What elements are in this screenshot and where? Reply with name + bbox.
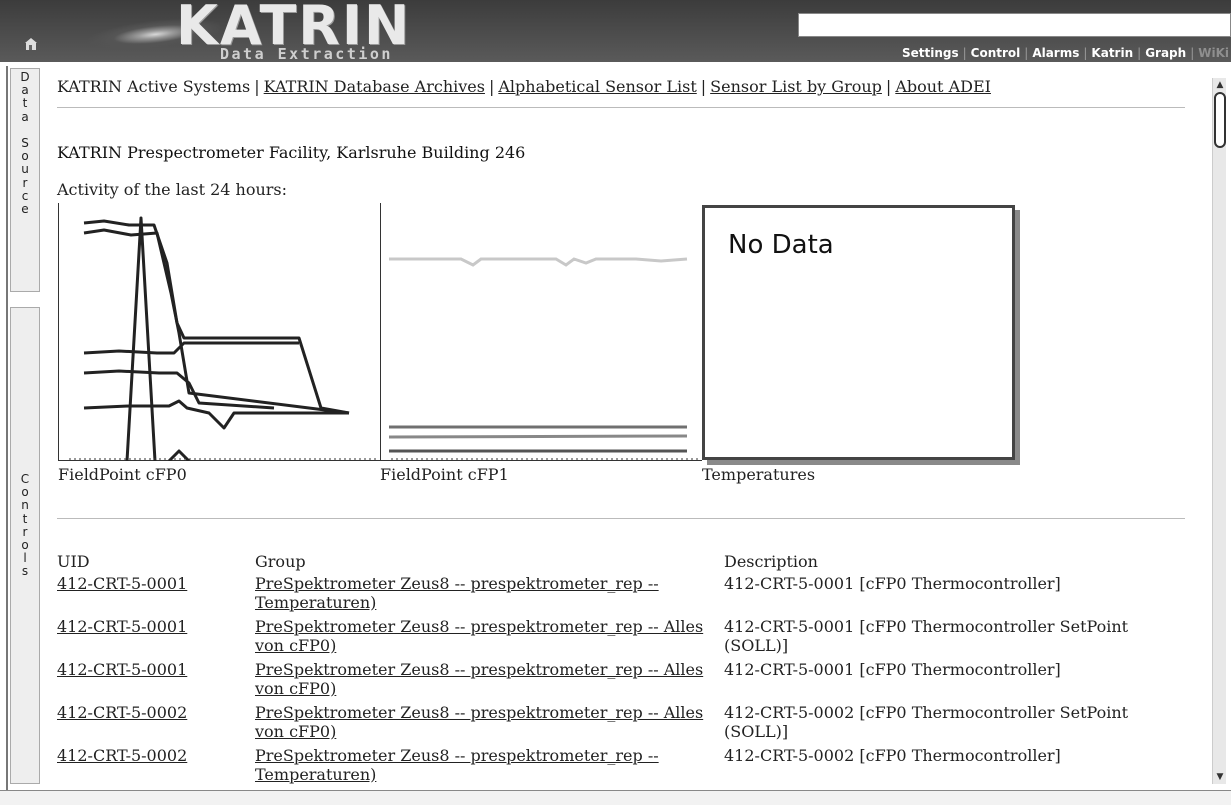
uid-link[interactable]: 412-CRT-5-0002 <box>57 703 247 722</box>
scroll-down-icon[interactable]: ▼ <box>1215 772 1225 782</box>
tab-controls-label: Controls <box>11 308 39 579</box>
uid-link[interactable]: 412-CRT-5-0001 <box>57 660 247 679</box>
app-header: KATRIN Data Extraction Settings | Control |… <box>0 0 1231 62</box>
page-title: KATRIN Prespectrometer Facility, Karlsru… <box>57 143 526 162</box>
plot-fieldpoint-cfp0[interactable] <box>58 203 380 461</box>
uid-link[interactable]: 412-CRT-5-0001 <box>57 617 247 636</box>
header-description: Description <box>724 552 818 571</box>
menu-control[interactable]: Control <box>971 46 1021 60</box>
plot-cfp1-series-light <box>389 257 688 267</box>
app-subtitle: Data Extraction <box>220 45 393 62</box>
header-group: Group <box>255 552 306 571</box>
scroll-thumb[interactable] <box>1214 92 1226 148</box>
table-row: 412-CRT-5-0002 PreSpektrometer Zeus8 -- … <box>57 703 1187 746</box>
tab-letter: e <box>21 202 29 217</box>
plot-cfp0-series-1 <box>83 219 350 415</box>
tab-controls[interactable]: Controls <box>10 307 40 784</box>
menu-wiki[interactable]: WiKi <box>1198 46 1229 60</box>
plot-temperatures[interactable]: No Data <box>702 205 1015 460</box>
nav-database-archives[interactable]: KATRIN Database Archives <box>264 77 485 96</box>
uid-link[interactable]: 412-CRT-5-0002 <box>57 746 247 765</box>
home-icon[interactable] <box>24 37 38 51</box>
activity-label: Activity of the last 24 hours: <box>57 180 288 199</box>
group-link[interactable]: PreSpektrometer Zeus8 -- prespektrometer… <box>255 703 715 741</box>
no-data-message: No Data <box>728 230 834 260</box>
menu-katrin[interactable]: Katrin <box>1091 46 1133 60</box>
tab-letter: a <box>21 109 29 124</box>
table-header: UID Group Description <box>57 552 1187 574</box>
description: 412-CRT-5-0001 [cFP0 Thermocontroller Se… <box>724 617 1129 655</box>
main-panel: KATRIN Active Systems | KATRIN Database Ar… <box>44 64 1212 794</box>
description: 412-CRT-5-0002 [cFP0 Thermocontroller] <box>724 746 1061 765</box>
plot-fieldpoint-cfp1[interactable] <box>380 203 702 461</box>
table-row: 412-CRT-5-0001 PreSpektrometer Zeus8 -- … <box>57 660 1187 703</box>
uid-link[interactable]: 412-CRT-5-0001 <box>57 574 247 593</box>
menu-alarms[interactable]: Alarms <box>1032 46 1079 60</box>
divider <box>57 107 1185 108</box>
group-link[interactable]: PreSpektrometer Zeus8 -- prespektrometer… <box>255 574 715 612</box>
description: 412-CRT-5-0002 [cFP0 Thermocontroller Se… <box>724 703 1129 741</box>
plot-label-temperatures: Temperatures <box>702 465 816 484</box>
divider <box>57 518 1185 519</box>
sensor-table: UID Group Description 412-CRT-5-0001 Pre… <box>57 552 1187 789</box>
status-bar <box>0 790 1231 805</box>
table-row: 412-CRT-5-0002 PreSpektrometer Zeus8 -- … <box>57 746 1187 789</box>
left-border <box>6 66 8 791</box>
nav-about-adei[interactable]: About ADEI <box>895 77 991 96</box>
plot-cfp0-graph <box>69 216 379 461</box>
plot-cfp1-series-mid-2 <box>388 434 688 439</box>
menu-graph[interactable]: Graph <box>1145 46 1186 60</box>
plot-cfp0-series-3 <box>83 341 299 355</box>
vertical-scrollbar[interactable]: ▲ ▼ <box>1212 78 1226 784</box>
table-row: 412-CRT-5-0001 PreSpektrometer Zeus8 -- … <box>57 574 1187 617</box>
breadcrumb-nav: KATRIN Active Systems | KATRIN Database Ar… <box>57 77 991 96</box>
scroll-up-icon[interactable]: ▲ <box>1215 80 1225 90</box>
tab-letter: t <box>22 511 28 526</box>
header-uid: UID <box>57 552 90 571</box>
plot-label-cfp0: FieldPoint cFP0 <box>58 465 187 484</box>
top-menu: Settings | Control | Alarms | Katrin | Graph | WiK… <box>901 46 1229 60</box>
group-link[interactable]: PreSpektrometer Zeus8 -- prespektrometer… <box>255 660 715 698</box>
tab-data-source-label: Data Source <box>11 69 39 216</box>
group-link[interactable]: PreSpektrometer Zeus8 -- prespektrometer… <box>255 746 715 784</box>
tab-letter: u <box>21 162 29 177</box>
nav-alphabetical-sensor-list[interactable]: Alphabetical Sensor List <box>498 77 696 96</box>
menu-settings[interactable]: Settings <box>902 46 959 60</box>
tab-letter: r <box>22 175 28 190</box>
tab-letter: t <box>22 96 28 111</box>
plot-label-cfp1: FieldPoint cFP1 <box>380 465 509 484</box>
search-input[interactable] <box>798 13 1231 37</box>
plot-cfp1-graph <box>388 257 701 460</box>
tab-letter: n <box>21 498 29 513</box>
nav-sensor-list-by-group[interactable]: Sensor List by Group <box>710 77 882 96</box>
table-row: 412-CRT-5-0001 PreSpektrometer Zeus8 -- … <box>57 617 1187 660</box>
tab-letter: s <box>21 564 29 579</box>
group-link[interactable]: PreSpektrometer Zeus8 -- prespektrometer… <box>255 617 715 655</box>
nav-active-systems: KATRIN Active Systems <box>57 77 251 96</box>
plot-cfp0-spike <box>125 216 157 461</box>
plot-cfp0-series-2 <box>83 228 350 415</box>
description: 412-CRT-5-0001 [cFP0 Thermocontroller] <box>724 660 1061 679</box>
tab-data-source[interactable]: Data Source <box>10 68 40 292</box>
description: 412-CRT-5-0001 [cFP0 Thermocontroller] <box>724 574 1061 593</box>
